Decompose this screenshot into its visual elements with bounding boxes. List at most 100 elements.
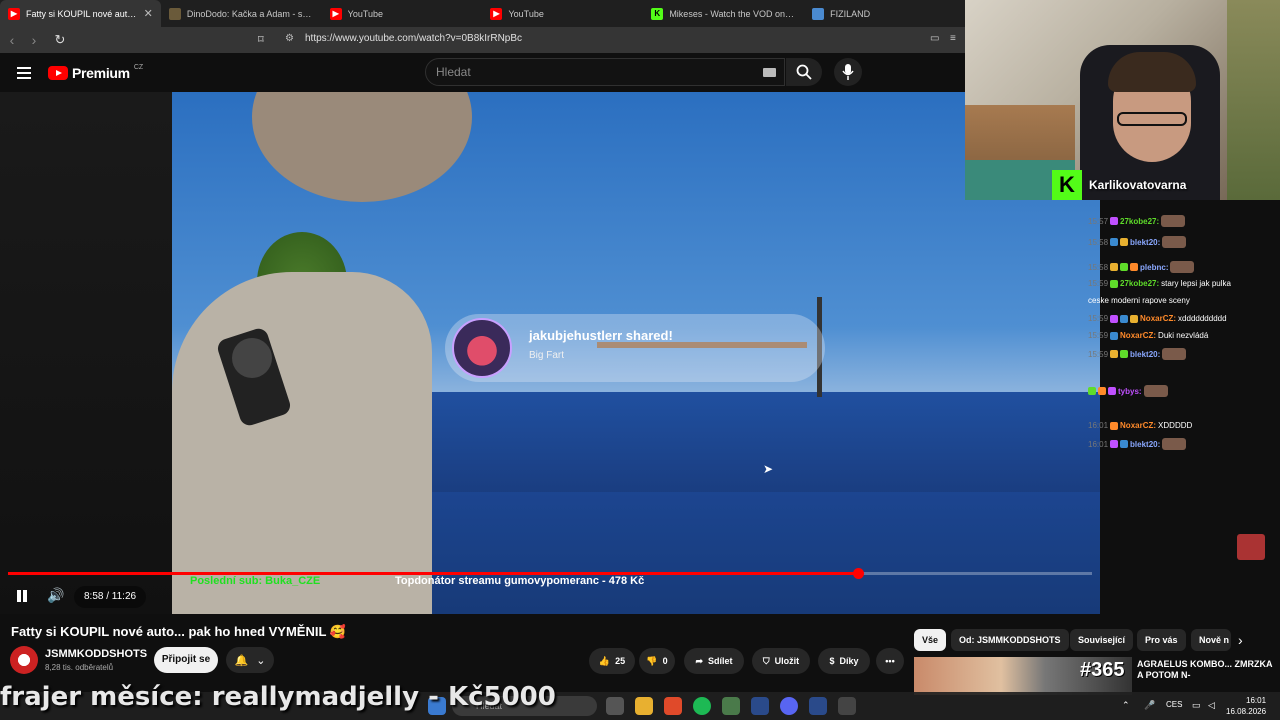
back-icon[interactable]: ‹ bbox=[2, 30, 22, 50]
spotify-icon[interactable] bbox=[693, 697, 711, 715]
save-button[interactable]: ⛉ Uložit bbox=[752, 648, 810, 674]
menu-icon[interactable] bbox=[17, 67, 31, 79]
tab-label: Fatty si KOUPIL nové auto... pak ho hned… bbox=[26, 8, 138, 19]
app-icon[interactable] bbox=[751, 697, 769, 715]
share-button[interactable]: ➦ Sdílet bbox=[684, 648, 744, 674]
reload-icon[interactable]: ↻ bbox=[50, 30, 70, 50]
chat-username[interactable]: plebnc: bbox=[1140, 263, 1168, 272]
language-indicator[interactable]: CES bbox=[1166, 700, 1182, 709]
chevron-right-icon[interactable]: › bbox=[1238, 632, 1243, 648]
chat-badge-icon bbox=[1110, 238, 1119, 246]
browser-tab[interactable]: ▶ YouTube bbox=[482, 0, 643, 27]
channel-name[interactable]: JSMMKODDSHOTS bbox=[45, 648, 147, 660]
chevron-up-icon[interactable]: ⌃ bbox=[1122, 700, 1132, 710]
chat-username[interactable]: 27kobe27: bbox=[1120, 279, 1159, 288]
chat-emote bbox=[1170, 261, 1195, 273]
chip-from-channel[interactable]: Od: JSMMKODDSHOTS bbox=[951, 629, 1069, 651]
chat-username[interactable]: NoxarCZ: bbox=[1120, 421, 1156, 430]
webcam-overlay: K Karlikovatovarna bbox=[965, 0, 1280, 200]
chat-text: XDDDDD bbox=[1158, 421, 1193, 430]
clock-date: 16.08.2026 bbox=[1226, 707, 1267, 716]
browser-tab[interactable]: ▶ Fatty si KOUPIL nové auto... pak ho hn… bbox=[0, 0, 161, 27]
thumbs-down-icon: 👎 bbox=[646, 655, 658, 666]
chat-username[interactable]: blekt20: bbox=[1130, 238, 1160, 247]
keyboard-icon[interactable] bbox=[763, 68, 776, 77]
chat-username[interactable]: 27kobe27: bbox=[1120, 217, 1159, 226]
file-explorer-icon[interactable] bbox=[635, 697, 653, 715]
youtube-icon: ▶ bbox=[8, 7, 20, 20]
dislike-button[interactable]: 👎 0 bbox=[639, 648, 675, 674]
chat-badge-icon bbox=[1110, 440, 1119, 448]
related-video-title[interactable]: AGRAELUS KOMBO... ZMRZKA A POTOM N- bbox=[1137, 659, 1277, 681]
chat-emote bbox=[1143, 385, 1168, 397]
dislike-count: 0 bbox=[662, 656, 668, 666]
chat-badge-icon bbox=[1110, 217, 1119, 225]
chip-related[interactable]: Související bbox=[1070, 629, 1134, 651]
alert-subtitle: Big Fart bbox=[529, 350, 565, 361]
page-icon bbox=[812, 7, 825, 20]
url-field[interactable]: https://www.youtube.com/watch?v=0B8kIrRN… bbox=[305, 33, 522, 44]
subscriber-count: 8,28 tis. odběratelů bbox=[45, 663, 114, 672]
volume-icon[interactable]: ◁ bbox=[1208, 700, 1218, 710]
browser-tab[interactable]: ▶ YouTube bbox=[322, 0, 483, 27]
chat-username[interactable]: NoxarCZ: bbox=[1120, 331, 1156, 340]
progress-scrubber[interactable] bbox=[852, 568, 864, 579]
chip-all[interactable]: Vše bbox=[914, 629, 947, 651]
chat-timestamp: 15:59 bbox=[1088, 331, 1109, 340]
join-button[interactable]: Připojit se bbox=[154, 647, 218, 673]
chat-timestamp: 15:59 bbox=[1088, 279, 1109, 288]
chat-badge-icon bbox=[1120, 350, 1129, 358]
thanks-button[interactable]: $ Díky bbox=[818, 648, 870, 674]
close-icon[interactable]: ✕ bbox=[144, 7, 153, 20]
video-player[interactable]: jakubjehustlerr shared! Big Fart ➤ Posle… bbox=[0, 92, 1100, 614]
chat-message: 15:59 NoxarCZ: xdddddddddd bbox=[1088, 314, 1227, 323]
chat-username[interactable]: blekt20: bbox=[1130, 440, 1160, 449]
chat-badge-icon bbox=[1108, 387, 1116, 395]
bookmark-icon[interactable]: ⌑ bbox=[258, 33, 264, 46]
app-icon[interactable] bbox=[838, 697, 856, 715]
site-info-icon[interactable]: ⚙ bbox=[285, 33, 294, 44]
menu-icon[interactable]: ≡ bbox=[950, 33, 956, 44]
youtube-logo[interactable]: Premium CZ bbox=[48, 63, 144, 81]
browser-tab[interactable]: K Mikeses - Watch the VOD on Kick bbox=[643, 0, 804, 27]
reader-icon[interactable]: ▭ bbox=[930, 33, 939, 44]
pause-button[interactable] bbox=[14, 588, 30, 604]
thanks-icon: $ bbox=[829, 656, 835, 666]
chat-message: 15:59 NoxarCZ: Duki nezvládá bbox=[1088, 331, 1208, 340]
notification-button[interactable]: 🔔 ⌄ bbox=[226, 647, 274, 673]
chat-username[interactable]: blekt20: bbox=[1130, 350, 1160, 359]
discord-icon[interactable] bbox=[780, 697, 798, 715]
more-actions-button[interactable]: ••• bbox=[876, 648, 904, 674]
search-button[interactable] bbox=[786, 58, 822, 86]
system-clock[interactable]: 16:01 16.08.2026 bbox=[1226, 695, 1266, 717]
volume-icon[interactable]: 🔊 bbox=[47, 587, 65, 605]
voice-search-button[interactable] bbox=[834, 58, 862, 86]
microphone-icon[interactable]: 🎤 bbox=[1144, 700, 1155, 710]
chat-emote bbox=[1162, 236, 1187, 248]
chat-timestamp: 15:59 bbox=[1088, 349, 1109, 359]
search-icon bbox=[796, 64, 812, 80]
chat-badge-icon bbox=[1110, 279, 1119, 288]
like-button[interactable]: 👍 25 bbox=[589, 648, 635, 674]
chip-for-you[interactable]: Pro vás bbox=[1137, 629, 1186, 651]
browser-tab[interactable]: DinoDodo: Kačka a Adam - sourozenci bbox=[161, 0, 322, 27]
chat-username[interactable]: NoxarCZ: bbox=[1140, 314, 1176, 323]
app-icon[interactable] bbox=[722, 697, 740, 715]
alert-title: jakubjehustlerr shared! bbox=[529, 328, 673, 343]
chip-new[interactable]: Nově n bbox=[1191, 629, 1231, 651]
chat-username[interactable]: tybys: bbox=[1118, 387, 1142, 396]
browser-tab[interactable]: FIZILAND bbox=[804, 0, 965, 27]
chat-timestamp: 15:59 bbox=[1088, 314, 1109, 323]
forward-icon[interactable]: › bbox=[24, 30, 44, 50]
task-view-icon[interactable] bbox=[606, 697, 624, 715]
network-icon[interactable]: ▭ bbox=[1192, 700, 1202, 710]
avatar[interactable] bbox=[10, 646, 38, 674]
video-title: Fatty si KOUPIL nové auto... pak ho hned… bbox=[11, 624, 346, 639]
video-letterbox bbox=[0, 92, 172, 614]
logo-region: CZ bbox=[133, 63, 144, 71]
app-icon[interactable] bbox=[809, 697, 827, 715]
donor-banner: frajer měsíce: reallymadjelly - Kč5000 bbox=[0, 682, 556, 712]
search-input[interactable]: Hledat bbox=[425, 58, 785, 86]
chat-text: Duki nezvládá bbox=[1158, 331, 1209, 340]
brave-browser-icon[interactable] bbox=[664, 697, 682, 715]
